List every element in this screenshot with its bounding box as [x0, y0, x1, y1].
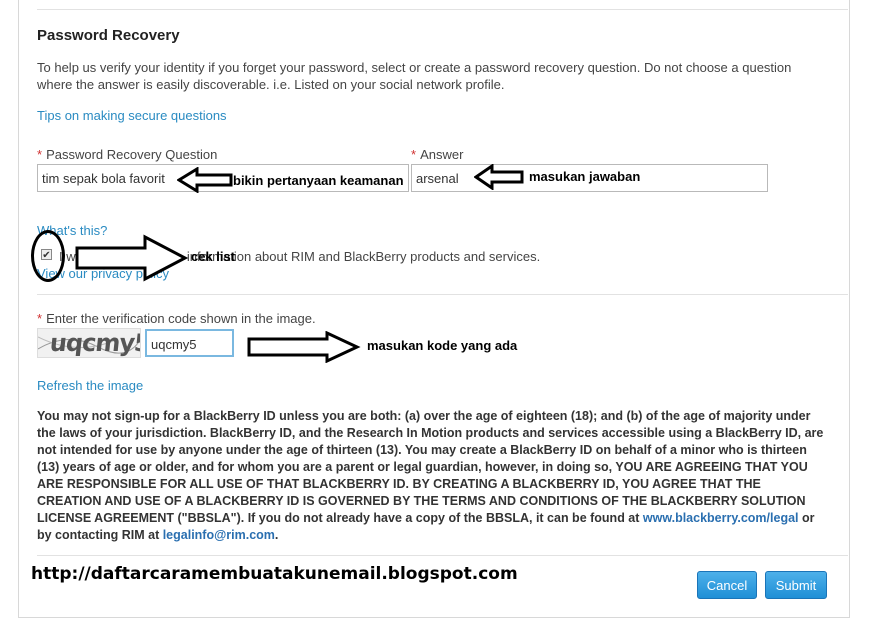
password-recovery-panel: Password Recovery To help us verify your…: [18, 0, 850, 618]
top-divider: [37, 9, 848, 10]
refresh-image-link[interactable]: Refresh the image: [37, 378, 143, 393]
blog-url-watermark: http://daftarcaramembuatakunemail.blogsp…: [31, 564, 518, 584]
question-label-text: Password Recovery Question: [46, 147, 218, 162]
legal-text: You may not sign-up for a BlackBerry ID …: [37, 408, 827, 544]
legal-end: .: [274, 528, 279, 542]
bottom-divider: [37, 555, 848, 556]
section-description: To help us verify your identity if you f…: [37, 60, 792, 92]
checkbox-annotation: cek list: [191, 249, 236, 264]
question-label: * Password Recovery Question: [37, 147, 217, 162]
answer-label-text: Answer: [420, 147, 464, 162]
question-annotation: bikin pertanyaan keamanan: [233, 173, 404, 188]
arrow-right-icon: [75, 234, 189, 282]
checkbox-highlight-circle: [31, 230, 65, 282]
captcha-image: uqcmy5: [37, 328, 141, 358]
code-annotation: masukan kode yang ada: [367, 338, 518, 353]
verification-label: * Enter the verification code shown in th…: [37, 311, 316, 326]
arrow-left-icon: [177, 167, 233, 193]
answer-label: * Answer: [411, 147, 463, 162]
cancel-button[interactable]: Cancel: [697, 571, 757, 599]
verification-label-text: Enter the verification code shown in the…: [46, 311, 316, 326]
verification-code-input[interactable]: uqcmy5: [145, 329, 234, 357]
submit-button[interactable]: Submit: [765, 571, 827, 599]
legal-body: You may not sign-up for a BlackBerry ID …: [37, 409, 824, 525]
required-mark: *: [37, 311, 43, 326]
arrow-left-icon: [474, 164, 524, 190]
legal-email-link[interactable]: legalinfo@rim.com: [163, 528, 275, 542]
middle-divider: [37, 294, 848, 295]
arrow-right-icon: [247, 331, 361, 363]
section-title: Password Recovery: [37, 27, 180, 44]
required-mark: *: [37, 147, 43, 162]
captcha-text: uqcmy5: [48, 329, 141, 357]
required-mark: *: [411, 147, 417, 162]
answer-annotation: masukan jawaban: [529, 169, 641, 184]
legal-link[interactable]: www.blackberry.com/legal: [643, 511, 799, 525]
tips-link[interactable]: Tips on making secure questions: [37, 108, 227, 123]
